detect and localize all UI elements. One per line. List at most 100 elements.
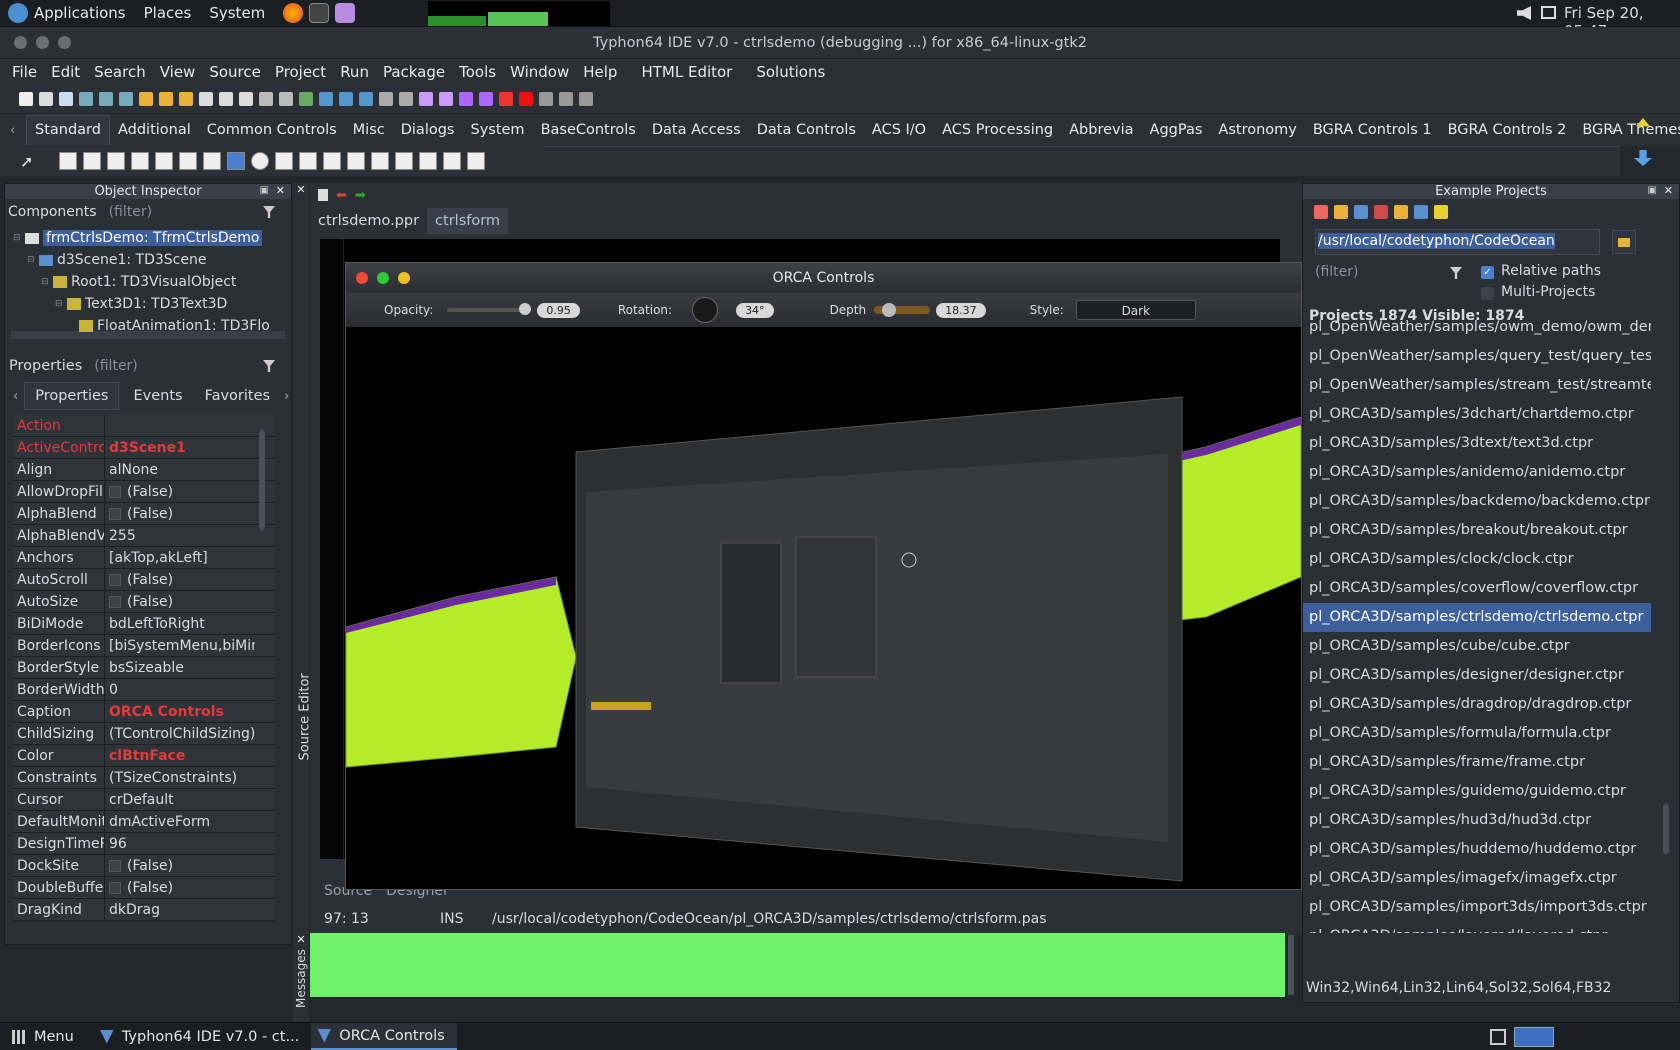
- jump-icon[interactable]: [179, 92, 193, 106]
- property-row[interactable]: Anchors [akTop,akLeft]: [13, 547, 275, 569]
- property-row[interactable]: AlphaBlend (False): [13, 503, 275, 525]
- clean-icon[interactable]: [399, 92, 413, 106]
- project-list-item[interactable]: pl_ORCA3D/samples/anidemo/anidemo.ctpr: [1303, 458, 1651, 487]
- tree-node[interactable]: ⊟ Root1: TD3VisualObject: [5, 271, 291, 293]
- tab-acs-processing[interactable]: ACS Processing: [934, 122, 1061, 138]
- folder-icon[interactable]: [1394, 205, 1408, 219]
- property-value[interactable]: (False): [105, 591, 255, 612]
- property-row[interactable]: Constraints (TSizeConstraints): [13, 767, 275, 789]
- orca-minimize-button[interactable]: [377, 272, 389, 284]
- property-value[interactable]: (TSizeConstraints): [105, 767, 255, 788]
- menu-run[interactable]: Run: [340, 63, 369, 81]
- messages-panel[interactable]: [310, 933, 1285, 997]
- terminal-icon[interactable]: [309, 3, 330, 23]
- property-row[interactable]: BiDiMode bdLeftToRight: [13, 613, 275, 635]
- scene-3d-view[interactable]: [346, 327, 1301, 889]
- property-row[interactable]: Caption ORCA Controls: [13, 701, 275, 723]
- replace-icon[interactable]: [119, 92, 133, 106]
- property-grid-scrollbar[interactable]: [259, 430, 265, 530]
- project-list-item[interactable]: pl_ORCA3D/samples/clock/clock.ctpr: [1303, 545, 1651, 574]
- find-icon[interactable]: [79, 92, 93, 106]
- property-row[interactable]: BorderIcons [biSystemMenu,biMini: [13, 635, 275, 657]
- property-row[interactable]: AutoSize (False): [13, 591, 275, 613]
- project-list-item[interactable]: pl_ORCA3D/samples/ctrlsdemo/ctrlsdemo.ct…: [1303, 603, 1651, 632]
- menu-package[interactable]: Package: [383, 63, 445, 81]
- tab-common-controls[interactable]: Common Controls: [199, 122, 345, 138]
- menu-tools[interactable]: Tools: [459, 63, 496, 81]
- menu-project[interactable]: Project: [275, 63, 326, 81]
- save-icon[interactable]: [59, 92, 73, 106]
- property-value[interactable]: alNone: [105, 459, 255, 480]
- property-row[interactable]: Align alNone: [13, 459, 275, 481]
- tlabel-icon[interactable]: [131, 152, 149, 170]
- tab-abbrevia[interactable]: Abbrevia: [1061, 122, 1141, 138]
- property-value[interactable]: (TControlChildSizing): [105, 723, 255, 744]
- tframe-icon[interactable]: [443, 152, 461, 170]
- menu-view[interactable]: View: [160, 63, 196, 81]
- close-window-button[interactable]: [14, 36, 27, 49]
- menu-source[interactable]: Source: [209, 63, 261, 81]
- volume-icon[interactable]: [1517, 6, 1531, 20]
- property-value[interactable]: bsSizeable: [105, 657, 255, 678]
- orca-maximize-button[interactable]: [398, 272, 410, 284]
- property-value[interactable]: (False): [105, 503, 255, 524]
- tcheckbox-icon[interactable]: [227, 152, 245, 170]
- star-icon[interactable]: [1434, 205, 1448, 219]
- property-value[interactable]: dkDrag: [105, 899, 255, 920]
- property-row[interactable]: Cursor crDefault: [13, 789, 275, 811]
- tgroupbox-icon[interactable]: [347, 152, 365, 170]
- property-value[interactable]: [akTop,akLeft]: [105, 547, 255, 568]
- stop-icon[interactable]: [519, 92, 533, 106]
- components-filter-icon[interactable]: [263, 206, 275, 218]
- minimize-window-button[interactable]: [36, 36, 49, 49]
- tab-aggpas[interactable]: AggPas: [1142, 122, 1211, 138]
- view-units-icon[interactable]: [219, 92, 233, 106]
- firefox-icon[interactable]: [283, 3, 304, 23]
- oi-tab-scroll-left-icon[interactable]: ‹: [13, 389, 18, 404]
- menu-file[interactable]: File: [12, 63, 37, 81]
- property-value[interactable]: clBtnFace: [105, 745, 255, 766]
- tlistbox-icon[interactable]: [275, 152, 293, 170]
- property-checkbox[interactable]: [109, 507, 121, 520]
- project-list-item[interactable]: pl_ORCA3D/samples/huddemo/huddemo.ctpr: [1303, 835, 1651, 864]
- project-list-item[interactable]: pl_ORCA3D/samples/designer/designer.ctpr: [1303, 661, 1651, 690]
- oi-pin-icon[interactable]: ▣: [260, 185, 269, 196]
- tree-node[interactable]: ⊟ Text3D1: TD3Text3D: [5, 293, 291, 315]
- properties-filter-input[interactable]: (filter): [94, 358, 138, 374]
- project-list-item[interactable]: pl_ORCA3D/samples/breakout/breakout.ctpr: [1303, 516, 1651, 545]
- tab-ctrlsdemo-ppr[interactable]: ctrlsdemo.ppr: [310, 208, 427, 234]
- project-list-item[interactable]: pl_OpenWeather/samples/owm_demo/owm_dem: [1303, 313, 1651, 342]
- project-list-item[interactable]: pl_ORCA3D/samples/layered/layered.ctpr: [1303, 922, 1651, 933]
- properties-filter-icon[interactable]: [263, 360, 275, 372]
- rotation-knob[interactable]: [692, 297, 719, 323]
- tab-data-access[interactable]: Data Access: [644, 122, 749, 138]
- build-all-icon[interactable]: [359, 92, 373, 106]
- pointer-tool-icon[interactable]: ➚: [20, 152, 38, 171]
- property-value[interactable]: bdLeftToRight: [105, 613, 255, 634]
- property-row[interactable]: DesignTimeP 96: [13, 833, 275, 855]
- menu-html-editor[interactable]: HTML Editor: [641, 63, 732, 81]
- project-list-item[interactable]: pl_ORCA3D/samples/coverflow/coverflow.ct…: [1303, 574, 1651, 603]
- project-list-item[interactable]: pl_ORCA3D/samples/import3ds/import3ds.ct…: [1303, 893, 1651, 922]
- taskbar-item-ide[interactable]: Typhon64 IDE v7.0 - ct...: [122, 1029, 299, 1045]
- property-checkbox[interactable]: [109, 485, 121, 498]
- property-value[interactable]: 0: [105, 679, 255, 700]
- property-checkbox[interactable]: [109, 881, 121, 894]
- property-row[interactable]: Color clBtnFace: [13, 745, 275, 767]
- ep-filter-icon[interactable]: [1450, 267, 1462, 279]
- tab-acs-io[interactable]: ACS I/O: [864, 122, 934, 138]
- project-list-item[interactable]: pl_ORCA3D/samples/dragdrop/dragdrop.ctpr: [1303, 690, 1651, 719]
- tactionlist-icon[interactable]: [467, 152, 485, 170]
- menu-grid-icon[interactable]: [12, 1029, 26, 1044]
- project-list-item[interactable]: pl_ORCA3D/samples/3dchart/chartdemo.ctpr: [1303, 400, 1651, 429]
- property-row[interactable]: DefaultMonit dmActiveForm: [13, 811, 275, 833]
- property-value[interactable]: ORCA Controls: [105, 701, 255, 722]
- text-editor-icon[interactable]: [335, 3, 356, 23]
- property-row[interactable]: BorderWidth 0: [13, 679, 275, 701]
- build-icon[interactable]: [339, 92, 353, 106]
- property-value[interactable]: d3Scene1: [105, 437, 255, 458]
- tab-astronomy[interactable]: Astronomy: [1210, 122, 1304, 138]
- palette-down-arrow-icon[interactable]: [1634, 150, 1652, 166]
- tree-node[interactable]: ⊟ d3Scene1: TD3Scene: [5, 249, 291, 271]
- options-icon[interactable]: [299, 92, 313, 106]
